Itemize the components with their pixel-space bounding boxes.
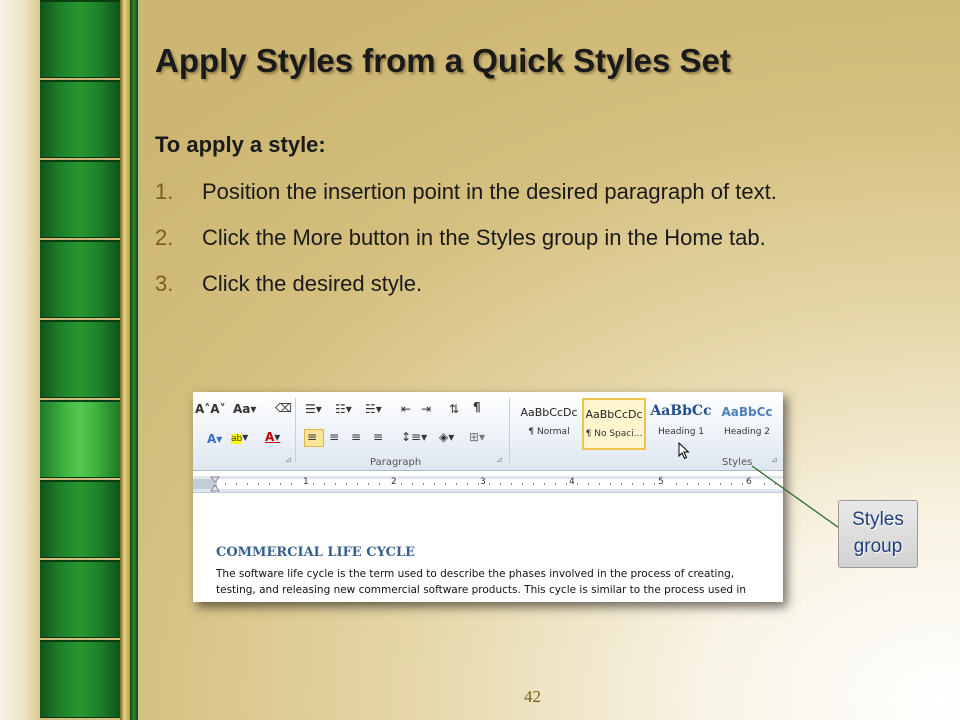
font-dialog-launcher-icon[interactable]: ⊿	[285, 455, 292, 464]
style-name: Heading 2	[723, 427, 771, 437]
green-divider-bar	[130, 0, 138, 720]
ruler-number: 1	[303, 477, 309, 487]
style-name: ¶ Normal	[528, 427, 570, 437]
green-tile	[40, 240, 120, 318]
styles-dialog-launcher-icon[interactable]: ⊿	[771, 455, 778, 464]
ribbon-separator	[295, 398, 296, 462]
intro-text: To apply a style:	[155, 132, 326, 157]
style-heading-2[interactable]: AaBbCc Heading 2	[715, 398, 779, 450]
slide-title: Apply Styles from a Quick Styles Set	[155, 42, 731, 79]
style-sample: AaBbCcDc	[520, 406, 578, 419]
style-name: ¶ No Spaci...	[585, 429, 643, 439]
green-tile-column	[40, 0, 120, 720]
multilevel-list-icon[interactable]: ☵▾	[365, 402, 382, 416]
shading-icon[interactable]: ◈▾	[439, 430, 454, 444]
callout-connector-line	[751, 465, 843, 531]
step-text: Position the insertion point in the desi…	[202, 179, 777, 204]
ruler-number: 6	[746, 477, 752, 487]
page-number: 42	[524, 687, 541, 706]
step-number: 2.	[155, 225, 174, 250]
green-tile	[40, 480, 120, 558]
ribbon: A˄A˅ Aa▾ ⌫ A▾ ab▾ A▾ ⊿ ☰▾ ☷▾ ☵▾ ⇤ ⇥ ⇅ ¶ …	[193, 392, 783, 471]
green-tile	[40, 80, 120, 158]
numbering-icon[interactable]: ☷▾	[335, 402, 352, 416]
step-text: Click the desired style.	[202, 271, 423, 296]
paragraph-group-label: Paragraph	[370, 457, 422, 468]
style-no-spacing[interactable]: AaBbCcDc ¶ No Spaci...	[582, 398, 646, 450]
green-tile	[40, 640, 120, 718]
step-number: 1.	[155, 179, 174, 204]
decrease-indent-icon[interactable]: ⇤	[401, 402, 411, 416]
step-number: 3.	[155, 271, 174, 296]
ribbon-separator	[509, 398, 510, 462]
clear-formatting-icon[interactable]: ⌫	[275, 401, 292, 415]
sort-icon[interactable]: ⇅	[449, 402, 459, 416]
style-sample: AaBbCc	[650, 403, 712, 419]
left-border-strip	[0, 0, 40, 720]
text-effects-icon[interactable]: A▾	[207, 432, 222, 446]
change-case-button[interactable]: Aa▾	[233, 402, 256, 416]
increase-indent-icon[interactable]: ⇥	[421, 402, 431, 416]
step-item: 1. Position the insertion point in the d…	[155, 176, 895, 207]
borders-icon[interactable]: ⊞▾	[469, 430, 485, 444]
change-case-label: Aa	[233, 402, 251, 416]
step-text: Click the More button in the Styles grou…	[202, 225, 766, 250]
step-item: 2. Click the More button in the Styles g…	[155, 222, 895, 253]
grow-font-icon[interactable]: A˄A˅	[195, 402, 226, 416]
green-tile	[40, 160, 120, 238]
align-left-icon: ≡	[307, 430, 318, 444]
ruler: 1 2 3 4 5 6	[193, 476, 783, 493]
style-sample: AaBbCc	[721, 405, 773, 419]
paragraph-dialog-launcher-icon[interactable]: ⊿	[496, 455, 503, 464]
callout-line-1: Styles	[852, 509, 904, 530]
document-heading: COMMERCIAL LIFE CYCLE	[216, 545, 416, 560]
show-formatting-marks-icon[interactable]: ¶	[473, 400, 481, 414]
style-sample: AaBbCcDc	[585, 408, 643, 421]
ruler-ticks	[193, 476, 783, 492]
green-tile	[40, 0, 120, 78]
ruler-number: 4	[569, 477, 575, 487]
document-line: testing, and releasing new commercial so…	[216, 584, 746, 596]
styles-group-callout: Styles group	[838, 500, 918, 568]
green-tile	[40, 320, 120, 398]
styles-group-label: Styles	[722, 457, 753, 468]
step-item: 3. Click the desired style.	[155, 268, 895, 299]
align-right-icon[interactable]: ≡	[351, 430, 361, 444]
word-screenshot: A˄A˅ Aa▾ ⌫ A▾ ab▾ A▾ ⊿ ☰▾ ☷▾ ☵▾ ⇤ ⇥ ⇅ ¶ …	[193, 392, 783, 602]
justify-icon[interactable]: ≡	[373, 430, 383, 444]
green-tile-highlight	[40, 400, 120, 478]
highlight-color-icon[interactable]: ab▾	[231, 430, 248, 444]
green-tile	[40, 560, 120, 638]
font-color-icon[interactable]: A▾	[265, 430, 280, 444]
ruler-number: 2	[391, 477, 397, 487]
bullets-icon[interactable]: ☰▾	[305, 402, 322, 416]
mouse-pointer-icon	[678, 442, 690, 460]
line-spacing-icon[interactable]: ↕≡▾	[401, 430, 427, 444]
ruler-number: 5	[658, 477, 664, 487]
center-icon[interactable]: ≡	[329, 430, 339, 444]
document-line: The software life cycle is the term used…	[216, 568, 735, 580]
callout-line-2: group	[853, 536, 903, 557]
gold-divider-bar	[120, 0, 130, 720]
style-name: Heading 1	[657, 427, 705, 437]
style-normal[interactable]: AaBbCcDc ¶ Normal	[517, 398, 581, 450]
steps-list: 1. Position the insertion point in the d…	[155, 176, 895, 314]
ruler-number: 3	[480, 477, 486, 487]
